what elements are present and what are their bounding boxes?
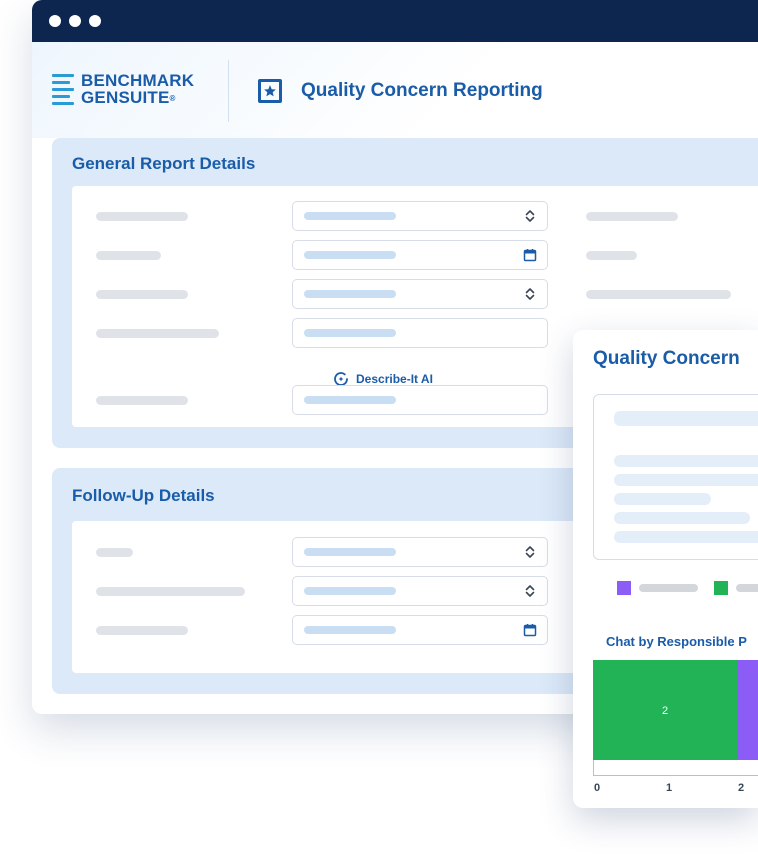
placeholder-line: [614, 512, 750, 524]
chevron-updown-icon: [525, 585, 535, 597]
placeholder-line: [614, 455, 758, 467]
logo-bars-icon: [52, 74, 74, 106]
field-label: [96, 212, 188, 221]
bar-segment-1[interactable]: [737, 660, 758, 760]
field-label: [96, 290, 188, 299]
star-icon: [258, 79, 282, 103]
chevron-updown-icon: [525, 210, 535, 222]
date-field[interactable]: [292, 240, 548, 270]
field-label: [96, 626, 188, 635]
general-section-title: General Report Details: [72, 154, 256, 173]
calendar-icon: [523, 249, 537, 262]
card-title: Quality Concern: [593, 348, 740, 369]
legend-label: [639, 584, 698, 592]
field-label: [96, 329, 219, 338]
field-label: [586, 251, 637, 260]
quality-concern-card: Quality Concern Chat by Responsible P 2 …: [573, 330, 758, 808]
app-header: BENCHMARK GENSUITE® Quality Concern Repo…: [32, 42, 758, 138]
window-dot-icon[interactable]: [49, 15, 61, 27]
app-title: Quality Concern Reporting: [301, 80, 543, 101]
select-field[interactable]: [292, 201, 548, 231]
window-dot-icon[interactable]: [89, 15, 101, 27]
x-tick-label: 2: [737, 782, 745, 794]
brand-line2: GENSUITE: [81, 88, 170, 107]
registered-mark: ®: [169, 94, 176, 104]
followup-section-title: Follow-Up Details: [72, 486, 215, 505]
field-label: [96, 396, 188, 405]
field-label: [96, 548, 133, 557]
field-label: [586, 290, 731, 299]
legend-swatch-purple: [617, 581, 631, 595]
legend-label: [736, 584, 758, 592]
field-label: [586, 212, 678, 221]
placeholder-line: [614, 411, 758, 426]
select-field[interactable]: [292, 576, 548, 606]
brand-name: BENCHMARK GENSUITE®: [81, 72, 194, 107]
header-divider: [228, 60, 229, 122]
placeholder-line: [614, 493, 711, 505]
placeholder-line: [614, 474, 758, 486]
field-label: [96, 251, 161, 260]
text-field[interactable]: [292, 318, 548, 348]
field-label: [96, 587, 245, 596]
brand-line1: BENCHMARK: [81, 71, 195, 90]
chevron-updown-icon: [525, 288, 535, 300]
window-dot-icon[interactable]: [69, 15, 81, 27]
chart-title: Chat by Responsible P: [606, 634, 747, 649]
select-field[interactable]: [292, 279, 548, 309]
legend-swatch-green: [714, 581, 728, 595]
x-tick-label: 1: [665, 782, 673, 794]
stacked-bar-chart: 2: [593, 660, 758, 776]
placeholder-line: [614, 531, 758, 543]
calendar-icon: [523, 624, 537, 637]
summary-box: [593, 394, 758, 560]
x-axis-line: [593, 760, 758, 776]
x-tick-label: 0: [593, 782, 601, 794]
ai-button-label: Describe-It AI: [356, 372, 433, 386]
chevron-updown-icon: [525, 546, 535, 558]
date-field[interactable]: [292, 615, 548, 645]
bar-data-label: 2: [662, 705, 668, 717]
text-field[interactable]: [292, 385, 548, 415]
window-titlebar: [32, 0, 758, 42]
select-field[interactable]: [292, 537, 548, 567]
